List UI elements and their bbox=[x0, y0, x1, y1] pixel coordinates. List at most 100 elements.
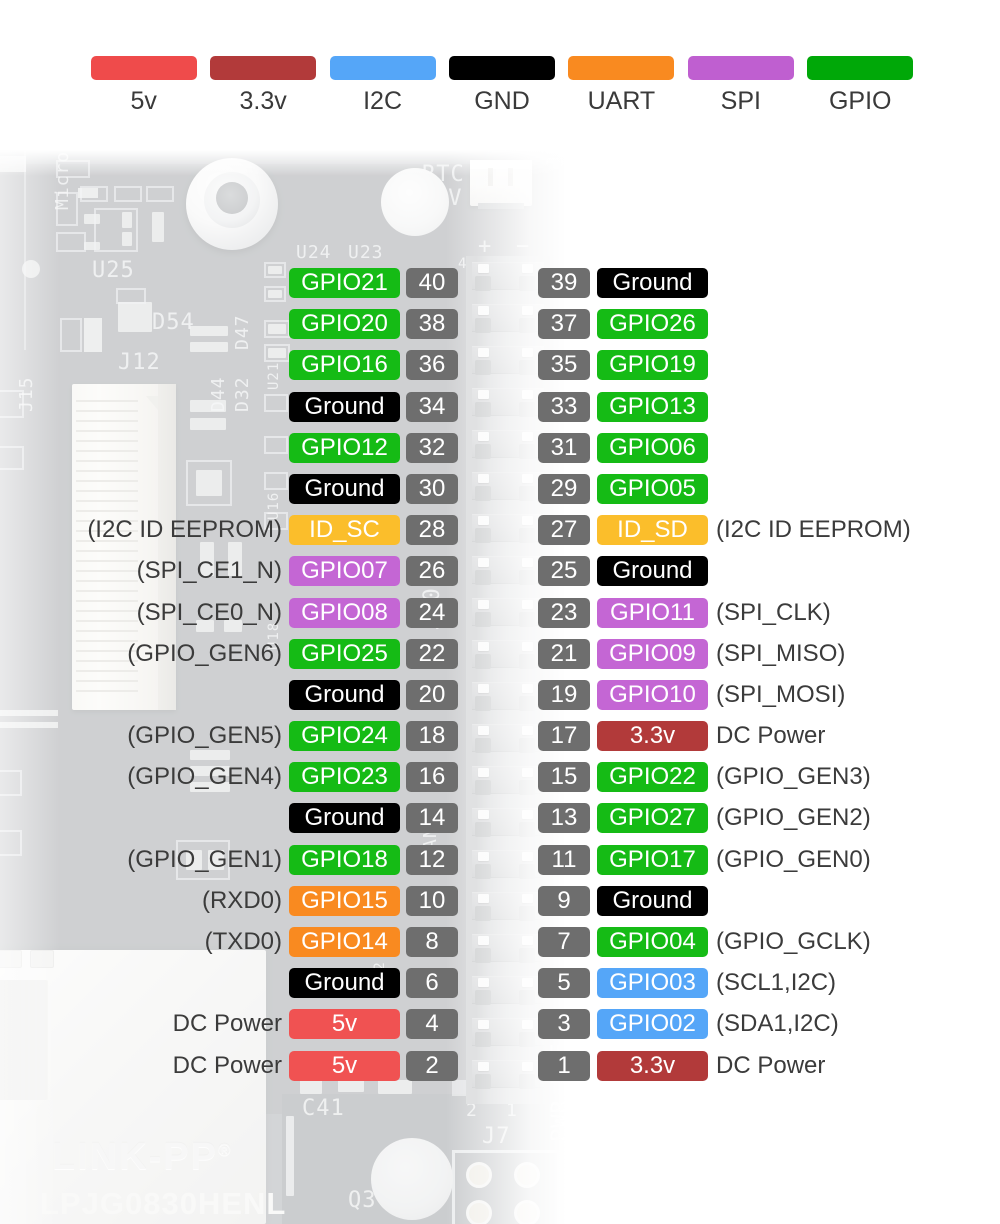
pin-number-right: 9 bbox=[538, 885, 590, 916]
pin-name-right: GPIO19 bbox=[597, 350, 708, 381]
pin-name-left: Ground bbox=[289, 679, 400, 710]
pin-number-right: 31 bbox=[538, 432, 590, 463]
pin-row: (TXD0) GPIO14 8 7 GPIO04 (GPIO_GCLK) bbox=[0, 927, 1000, 968]
pin-row: (GPIO_GEN6) GPIO25 22 21 GPIO09 (SPI_MISO) bbox=[0, 638, 1000, 680]
pin-name-left: GPIO25 bbox=[289, 638, 400, 669]
legend-swatch-gnd bbox=[448, 56, 555, 80]
legend-label-gpio: GPIO bbox=[828, 87, 892, 115]
pin-name-left: GPIO07 bbox=[289, 556, 400, 587]
pin-row: GPIO21 40 39 Ground bbox=[0, 268, 1000, 309]
legend-swatch-5v bbox=[90, 56, 197, 80]
pin-name-right: GPIO22 bbox=[597, 762, 708, 793]
legend-label-5v: 5v bbox=[130, 87, 157, 115]
color-legend: 5v 3.3v I2C GND UART SPI GPIO bbox=[84, 56, 920, 122]
pin-number-left: 36 bbox=[406, 350, 458, 381]
pin-row: (GPIO_GEN1) GPIO18 12 11 GPIO17 (GPIO_GEN0) bbox=[0, 844, 1000, 886]
pin-number-left: 28 bbox=[406, 515, 458, 546]
legend-item-5v: 5v bbox=[84, 56, 203, 122]
legend-label-i2c: I2C bbox=[363, 87, 402, 115]
pin-alt-label-left: (TXD0) bbox=[204, 928, 282, 955]
pin-name-left: GPIO18 bbox=[289, 844, 400, 875]
pin-name-left: Ground bbox=[289, 473, 400, 504]
pin-name-right: Ground bbox=[597, 268, 708, 298]
pin-name-left: 5v bbox=[289, 1009, 400, 1040]
pin-number-right: 39 bbox=[538, 268, 590, 298]
pin-alt-label-left: (RXD0) bbox=[201, 886, 282, 914]
pin-name-left: GPIO14 bbox=[289, 927, 400, 957]
pin-number-right: 35 bbox=[538, 350, 590, 381]
pin-name-left: GPIO24 bbox=[289, 721, 400, 752]
pin-name-left: ID_SC bbox=[289, 515, 400, 546]
pin-alt-label-left: (GPIO_GEN5) bbox=[127, 722, 282, 750]
pin-row: (SPI_CE0_N) GPIO08 24 23 GPIO11 (SPI_CLK) bbox=[0, 597, 1000, 639]
pin-alt-label-right: (I2C ID EEPROM) bbox=[716, 516, 911, 544]
pin-number-right: 33 bbox=[538, 391, 590, 422]
pin-number-right: 29 bbox=[538, 473, 590, 504]
pin-alt-label-right: (SCL1,I2C) bbox=[716, 969, 837, 997]
legend-swatch-spi bbox=[687, 56, 794, 80]
pin-alt-label-right: (GPIO_GEN0) bbox=[716, 845, 871, 873]
legend-label-gnd: GND bbox=[474, 87, 530, 115]
pin-name-right: ID_SD bbox=[597, 515, 708, 546]
pin-alt-label-left: (GPIO_GEN4) bbox=[127, 763, 282, 791]
pin-alt-label-left: (GPIO_GEN6) bbox=[127, 639, 282, 667]
pin-alt-label-left: DC Power bbox=[172, 1010, 282, 1038]
pin-number-left: 32 bbox=[406, 432, 458, 463]
pin-number-right: 13 bbox=[538, 803, 590, 834]
pin-number-left: 8 bbox=[406, 927, 458, 957]
pin-number-left: 24 bbox=[406, 597, 458, 628]
pin-row: (RXD0) GPIO15 10 9 Ground bbox=[0, 885, 1000, 927]
pin-row: (GPIO_GEN4) GPIO23 16 15 GPIO22 (GPIO_GEN3) bbox=[0, 762, 1000, 803]
pin-number-left: 2 bbox=[406, 1050, 458, 1081]
pin-name-left: GPIO15 bbox=[289, 885, 400, 916]
pin-number-left: 38 bbox=[406, 309, 458, 340]
gpio-pinout-diagram: 5v3.3vI2CGNDUARTSPIGPIO Micro SD U25 D54… bbox=[0, 0, 1000, 1224]
pin-row: Ground 20 19 GPIO10 (SPI_MOSI) bbox=[0, 679, 1000, 721]
pin-name-left: Ground bbox=[289, 803, 400, 834]
pin-number-right: 15 bbox=[538, 762, 590, 793]
pin-name-right: 3.3v bbox=[597, 721, 708, 752]
pin-name-left: GPIO20 bbox=[289, 309, 400, 340]
legend-swatch-gpio bbox=[807, 56, 914, 80]
pin-number-right: 17 bbox=[538, 721, 590, 752]
pin-name-left: GPIO21 bbox=[289, 268, 400, 298]
legend-item-gnd: GND bbox=[442, 56, 561, 122]
pin-number-right: 5 bbox=[538, 968, 590, 999]
pin-name-left: 5v bbox=[289, 1050, 400, 1081]
pin-alt-label-right: (SPI_MOSI) bbox=[716, 680, 846, 708]
pin-alt-label-left: (SPI_CE0_N) bbox=[136, 598, 282, 626]
pin-name-right: GPIO05 bbox=[597, 473, 708, 504]
pin-number-left: 30 bbox=[406, 473, 458, 504]
pin-name-right: GPIO03 bbox=[597, 968, 708, 999]
pin-number-right: 3 bbox=[538, 1009, 590, 1040]
pin-number-left: 18 bbox=[406, 721, 458, 752]
pin-name-right: Ground bbox=[597, 556, 708, 587]
pin-number-right: 21 bbox=[538, 638, 590, 669]
legend-swatch-i2c bbox=[329, 56, 436, 80]
legend-item-3v3: 3.3v bbox=[203, 56, 322, 122]
legend-label-3v3: 3.3v bbox=[239, 87, 287, 115]
legend-item-i2c: I2C bbox=[323, 56, 442, 122]
pin-number-right: 7 bbox=[538, 927, 590, 957]
pin-number-left: 26 bbox=[406, 556, 458, 587]
pin-row: GPIO16 36 35 GPIO19 bbox=[0, 350, 1000, 391]
pin-alt-label-right: (SDA1,I2C) bbox=[716, 1010, 839, 1038]
pin-name-right: GPIO09 bbox=[597, 638, 708, 669]
pin-number-left: 14 bbox=[406, 803, 458, 834]
pin-row: (I2C ID EEPROM) ID_SC 28 27 ID_SD (I2C ID EEP… bbox=[0, 515, 1000, 556]
pin-name-right: GPIO06 bbox=[597, 432, 708, 463]
pin-alt-label-right: (GPIO_GCLK) bbox=[716, 928, 871, 955]
pin-alt-label-left: (SPI_CE1_N) bbox=[136, 557, 282, 585]
pin-alt-label-right: (GPIO_GEN2) bbox=[716, 804, 871, 832]
legend-item-spi: SPI bbox=[681, 56, 800, 122]
legend-item-gpio: GPIO bbox=[801, 56, 920, 122]
pin-number-right: 19 bbox=[538, 679, 590, 710]
pin-number-right: 1 bbox=[538, 1050, 590, 1081]
pin-alt-label-left: (I2C ID EEPROM) bbox=[87, 516, 282, 544]
legend-item-uart: UART bbox=[562, 56, 681, 122]
pin-number-left: 16 bbox=[406, 762, 458, 793]
pin-name-right: GPIO17 bbox=[597, 844, 708, 875]
pin-name-right: GPIO02 bbox=[597, 1009, 708, 1040]
pin-row: Ground 14 13 GPIO27 (GPIO_GEN2) bbox=[0, 803, 1000, 844]
pin-table: GPIO21 40 39 Ground GPIO20 38 37 GPIO26 GPIO16 36… bbox=[0, 268, 1000, 1092]
